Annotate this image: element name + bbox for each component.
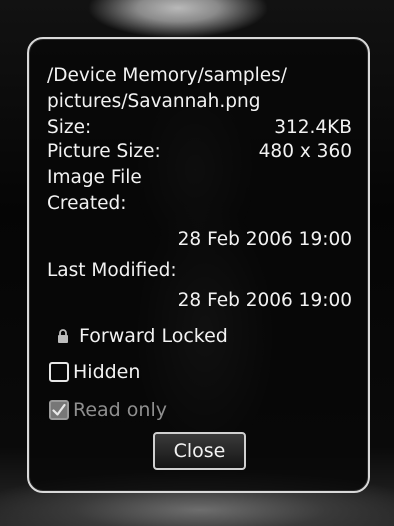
file-path-line-2: pictures/Savannah.png bbox=[47, 91, 261, 112]
hidden-checkbox[interactable] bbox=[49, 362, 69, 382]
hidden-label: Hidden bbox=[73, 361, 141, 383]
hidden-checkbox-row[interactable]: Hidden bbox=[49, 359, 140, 385]
forward-locked-indicator: Forward Locked bbox=[57, 323, 228, 349]
created-label: Created: bbox=[47, 193, 127, 214]
picture-size-label: Picture Size: bbox=[47, 141, 161, 162]
picture-size-value: 480 x 360 bbox=[258, 141, 352, 162]
forward-locked-label: Forward Locked bbox=[79, 325, 228, 347]
close-button[interactable]: Close bbox=[153, 432, 246, 470]
last-modified-label: Last Modified: bbox=[47, 260, 177, 281]
file-properties-dialog: /Device Memory/samples/ pictures/Savanna… bbox=[27, 37, 370, 493]
read-only-checkbox-row: Read only bbox=[49, 397, 167, 423]
file-path-line-1: /Device Memory/samples/ bbox=[47, 65, 287, 86]
file-type-label: Image File bbox=[47, 167, 142, 188]
read-only-checkbox bbox=[49, 400, 69, 420]
read-only-label: Read only bbox=[73, 399, 167, 421]
lock-icon bbox=[57, 328, 69, 344]
check-icon bbox=[52, 403, 66, 416]
size-label: Size: bbox=[47, 117, 92, 138]
size-value: 312.4KB bbox=[274, 117, 352, 138]
created-value: 28 Feb 2006 19:00 bbox=[177, 229, 352, 250]
screen-background: /Device Memory/samples/ pictures/Savanna… bbox=[0, 0, 394, 526]
last-modified-value: 28 Feb 2006 19:00 bbox=[177, 290, 352, 311]
